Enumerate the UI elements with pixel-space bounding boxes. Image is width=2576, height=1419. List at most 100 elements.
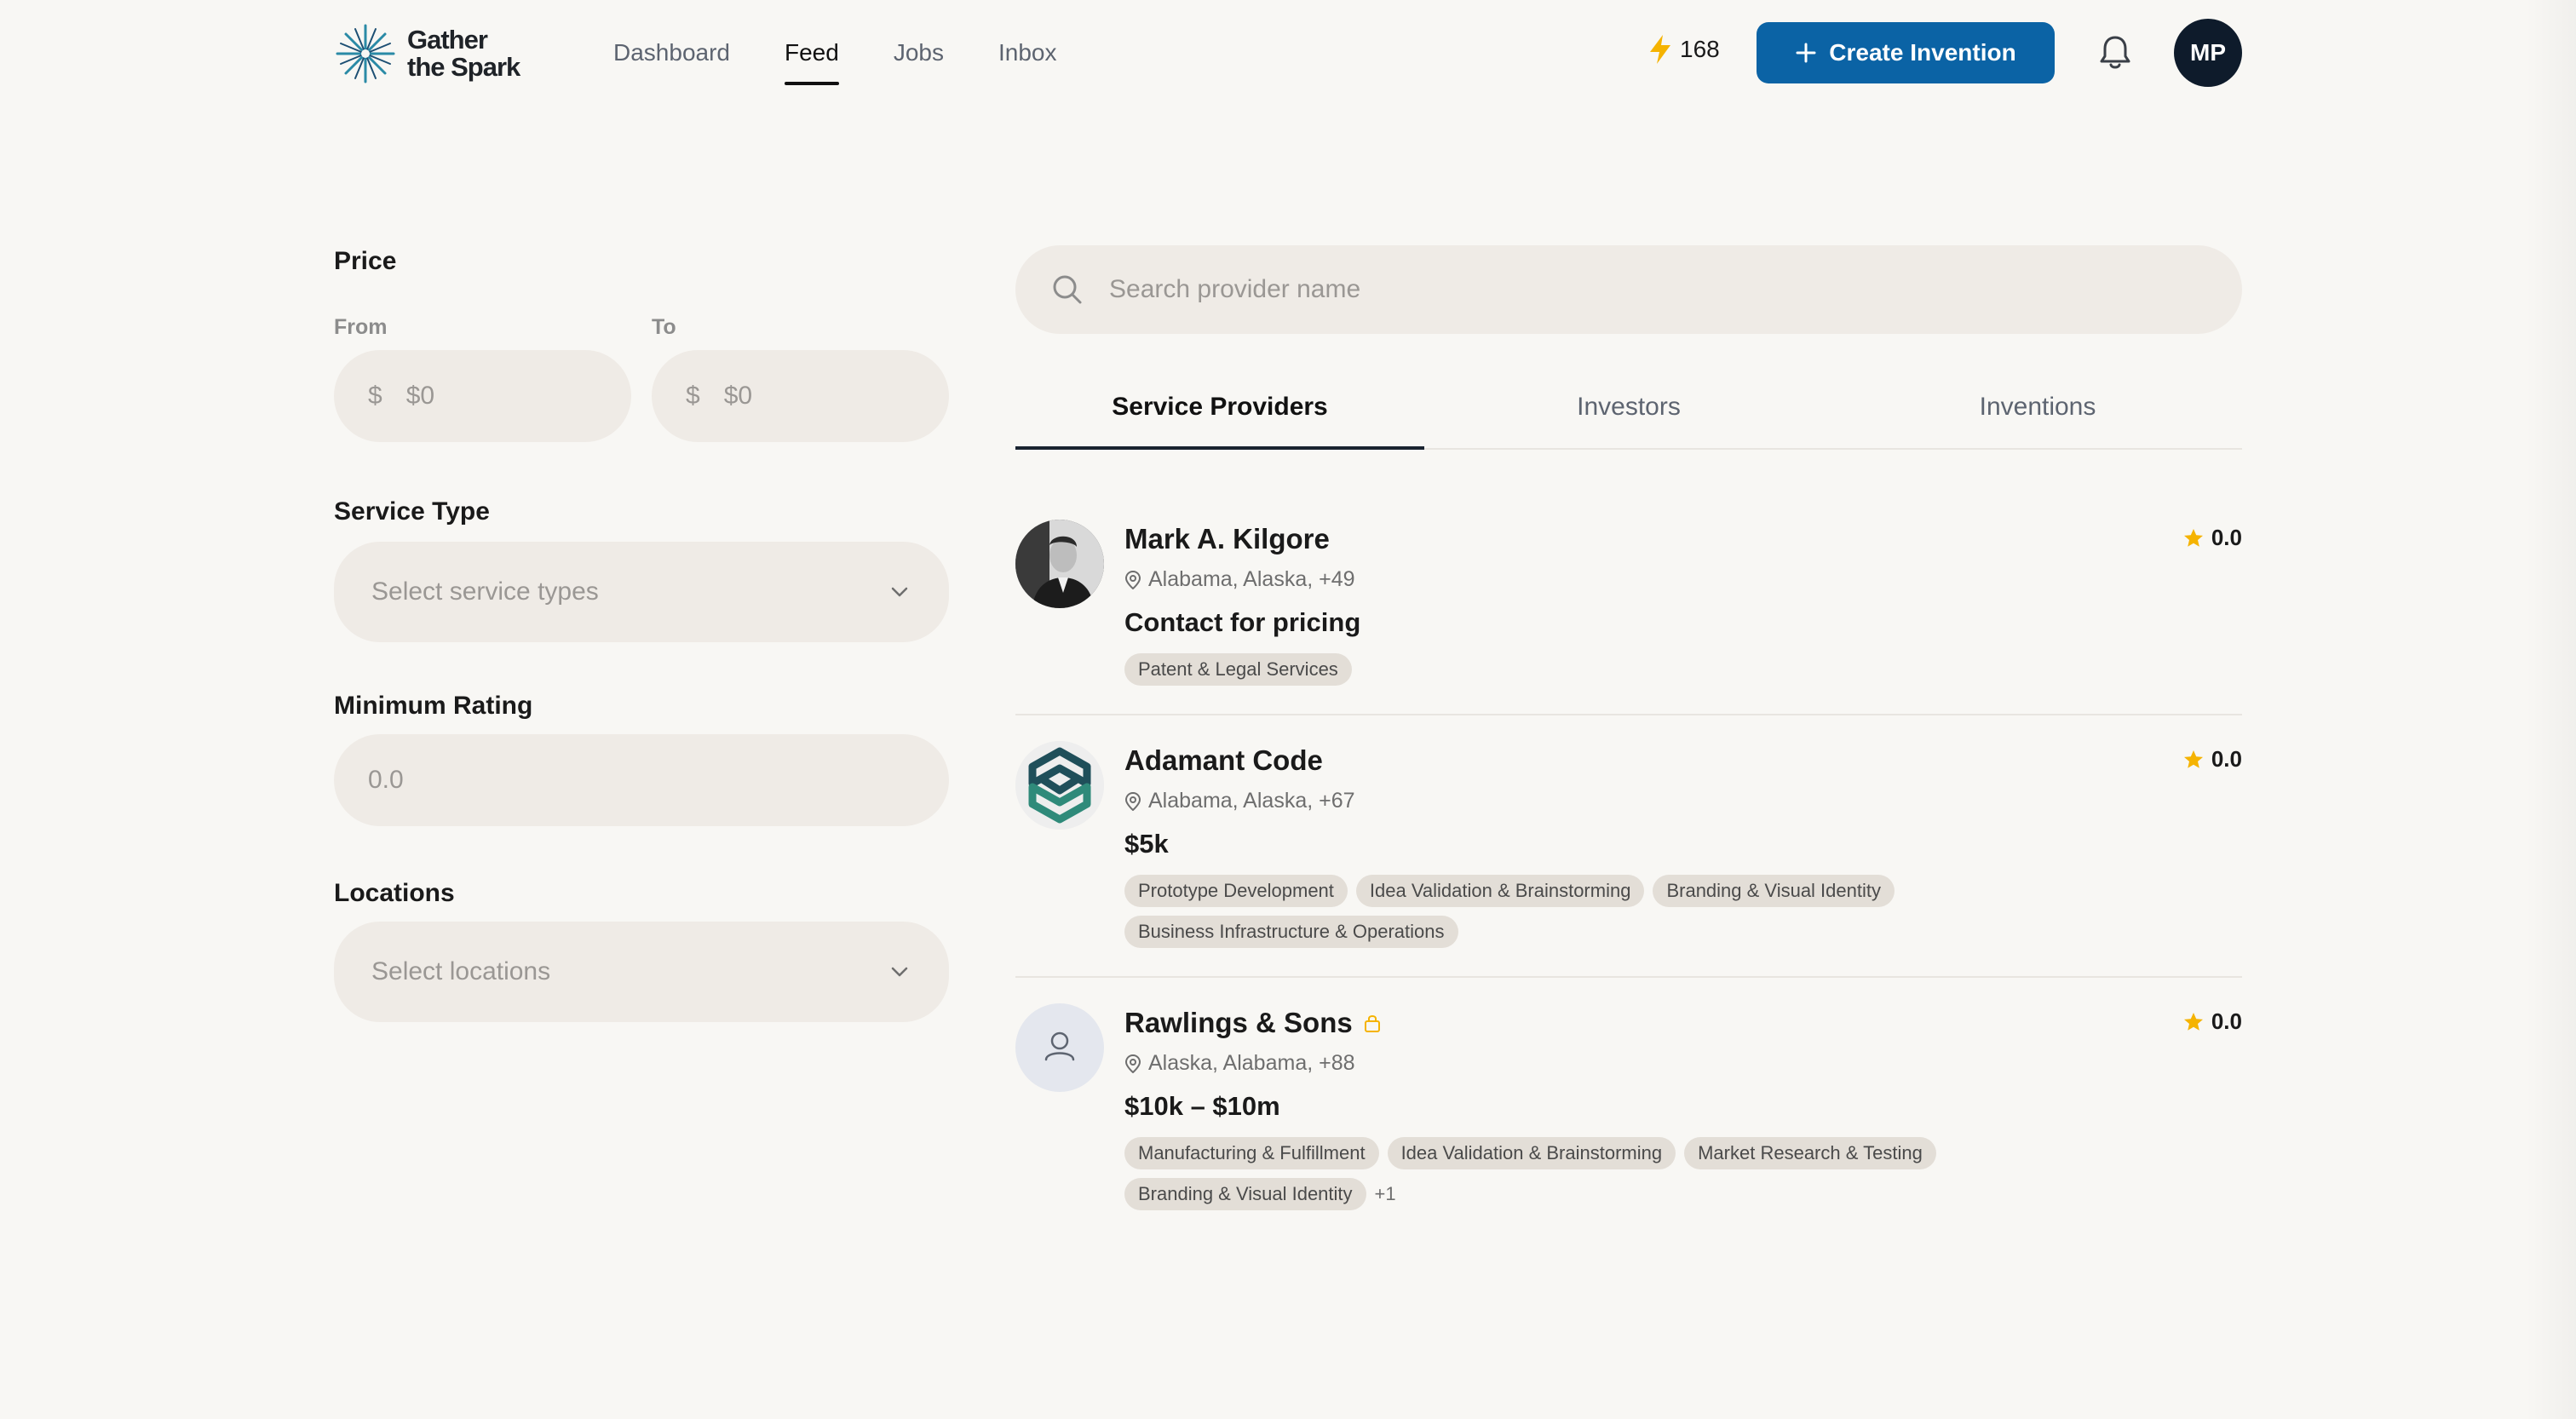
company-logo-icon [1015,741,1104,830]
price-from-input[interactable]: $ $0 [334,350,631,442]
provider-card[interactable]: Adamant Code Alabama, Alaska, +67 $5k Pr… [1015,741,2242,976]
main-nav: Dashboard Feed Jobs Inbox [613,0,1056,106]
location-pin-icon [1124,791,1141,811]
minimum-rating-placeholder: 0.0 [368,766,404,794]
top-header: Gather the Spark Dashboard Feed Jobs Inb… [0,0,2576,106]
provider-name: Rawlings & Sons [1124,1007,2061,1039]
provider-avatar [1015,1003,1104,1092]
currency-symbol: $ [368,382,382,410]
provider-tags: Prototype Development Idea Validation & … [1124,875,2061,948]
tab-investors[interactable]: Investors [1424,365,1833,448]
minimum-rating-input[interactable]: 0.0 [334,734,949,826]
provider-name: Mark A. Kilgore [1124,523,2061,555]
price-to-input[interactable]: $ $0 [652,350,949,442]
service-tag: Branding & Visual Identity [1124,1178,1366,1210]
provider-details: Mark A. Kilgore Alabama, Alaska, +49 Con… [1124,523,2061,686]
result-tabs: Service Providers Investors Inventions [1015,365,2242,450]
search-input[interactable]: Search provider name [1015,245,2242,334]
provider-name-text: Mark A. Kilgore [1124,523,1330,554]
location-pin-icon [1124,1054,1141,1073]
lock-icon [1364,1015,1380,1032]
provider-name-text: Rawlings & Sons [1124,1007,1353,1038]
provider-price: Contact for pricing [1124,607,1361,637]
page-edge-shadow [2525,0,2576,1419]
price-from-placeholder: $0 [405,382,435,410]
service-type-placeholder: Select service types [371,577,599,606]
provider-name: Adamant Code [1124,744,2061,777]
service-tag: Branding & Visual Identity [1653,875,1895,907]
minimum-rating-title: Minimum Rating [334,692,533,720]
price-from-label: From [334,315,388,339]
star-icon [2183,528,2203,547]
logo-line-2: the Spark [407,52,520,82]
search-icon [1053,275,1082,304]
logo-text: Gather the Spark [407,26,520,81]
provider-avatar [1015,741,1104,830]
service-tag: Patent & Legal Services [1124,653,1352,686]
service-tag: Market Research & Testing [1684,1137,1936,1169]
provider-name-text: Adamant Code [1124,744,1323,776]
locations-title: Locations [334,879,455,907]
price-range: From $ $0 To $ $0 [334,315,949,442]
provider-tags: Patent & Legal Services [1124,653,2061,686]
provider-location: Alaska, Alabama, +88 [1124,1051,2061,1076]
nav-jobs[interactable]: Jobs [894,0,944,106]
provider-tags: Manufacturing & Fulfillment Idea Validat… [1124,1137,2061,1210]
star-icon [2183,750,2203,768]
provider-location-text: Alabama, Alaska, +49 [1148,567,1355,591]
service-type-title: Service Type [334,497,490,526]
service-tag: Manufacturing & Fulfillment [1124,1137,1379,1169]
price-to-placeholder: $0 [723,382,753,410]
card-divider [1015,976,2242,978]
user-avatar[interactable]: MP [2174,19,2242,87]
provider-price: $10k – $10m [1124,1091,1280,1121]
credits-count: 168 [1680,36,1720,62]
locations-placeholder: Select locations [371,957,551,985]
provider-card[interactable]: Rawlings & Sons Alaska, Alabama, +88 $10… [1015,1003,2242,1242]
spark-logo-icon [336,24,395,83]
provider-rating: 0.0 [2182,1008,2242,1035]
price-filter-title: Price [334,247,397,275]
provider-avatar [1015,520,1104,608]
create-invention-button[interactable]: Create Invention [1757,22,2055,83]
locations-select[interactable]: Select locations [334,922,949,1022]
logo-line-1: Gather [407,25,488,55]
chevron-down-icon [891,587,908,597]
provider-location-text: Alaska, Alabama, +88 [1148,1051,1355,1075]
currency-symbol: $ [686,382,700,410]
tab-service-providers[interactable]: Service Providers [1015,365,1424,450]
provider-price: $5k [1124,829,1169,859]
user-placeholder-icon [1044,1031,1075,1061]
provider-details: Rawlings & Sons Alaska, Alabama, +88 $10… [1124,1007,2061,1210]
provider-location: Alabama, Alaska, +67 [1124,789,2061,813]
nav-dashboard[interactable]: Dashboard [613,0,730,106]
provider-card[interactable]: Mark A. Kilgore Alabama, Alaska, +49 Con… [1015,520,2242,714]
logo[interactable]: Gather the Spark [334,22,520,85]
lightning-icon [1650,35,1670,64]
credits-indicator[interactable]: 168 [1647,34,1720,65]
rating-value: 0.0 [2211,525,2242,550]
person-photo-icon [1015,520,1104,608]
star-icon [2183,1012,2203,1031]
card-divider [1015,714,2242,715]
service-type-select[interactable]: Select service types [334,542,949,642]
location-pin-icon [1124,570,1141,589]
chevron-down-icon [891,967,908,977]
search-placeholder: Search provider name [1109,275,1361,303]
provider-location-text: Alabama, Alaska, +67 [1148,789,1355,813]
tab-inventions[interactable]: Inventions [1833,365,2242,448]
provider-rating: 0.0 [2182,525,2242,551]
service-tag: Idea Validation & Brainstorming [1387,1137,1676,1169]
plus-icon [1796,43,1816,63]
create-invention-label: Create Invention [1829,39,2016,66]
provider-location: Alabama, Alaska, +49 [1124,567,2061,592]
nav-feed[interactable]: Feed [784,0,839,106]
service-tag: Business Infrastructure & Operations [1124,916,1458,948]
nav-inbox[interactable]: Inbox [998,0,1057,106]
rating-value: 0.0 [2211,746,2242,772]
price-to-label: To [652,315,676,339]
rating-value: 0.0 [2211,1008,2242,1034]
provider-details: Adamant Code Alabama, Alaska, +67 $5k Pr… [1124,744,2061,948]
bell-icon[interactable] [2097,34,2133,72]
more-tags-count[interactable]: +1 [1375,1183,1396,1205]
